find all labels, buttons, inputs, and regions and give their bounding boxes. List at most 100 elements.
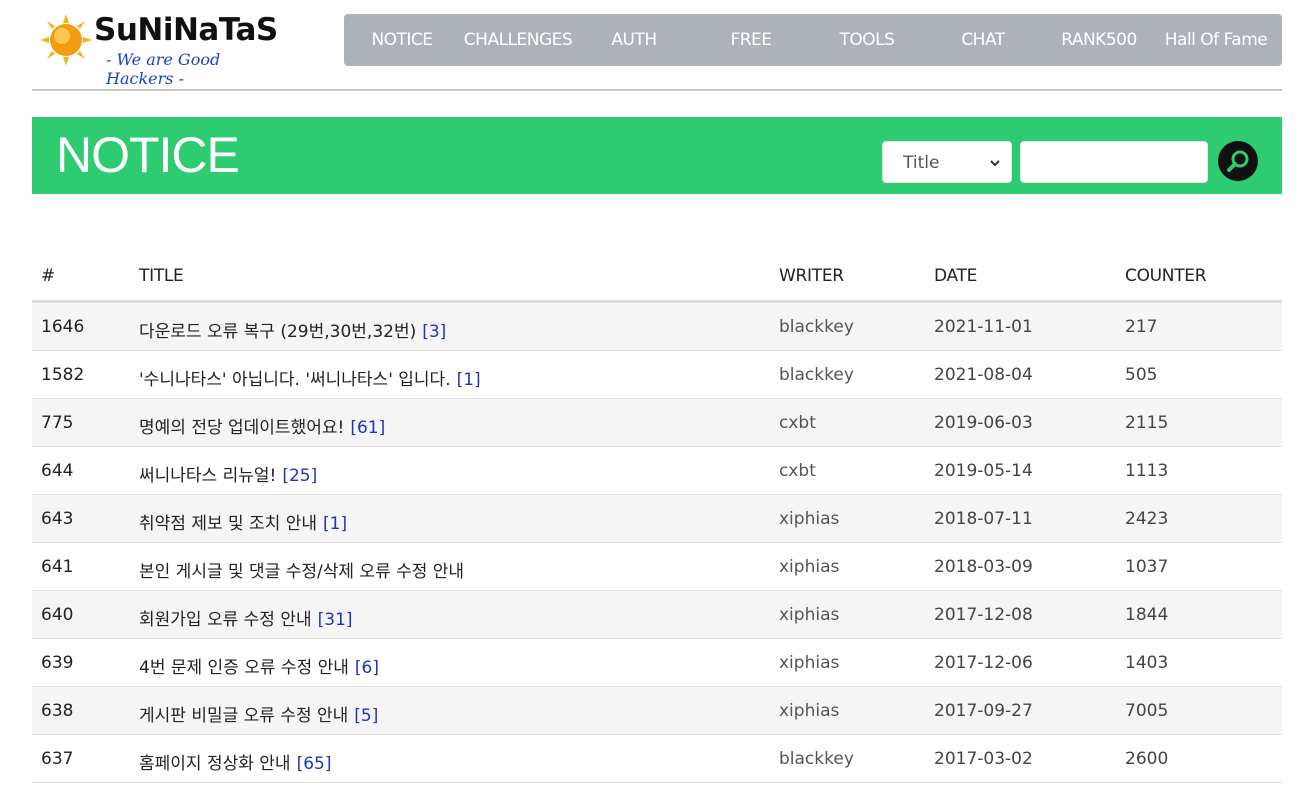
row-writer: cxbt xyxy=(779,461,816,481)
row-number: 637 xyxy=(41,749,74,769)
row-writer: xiphias xyxy=(779,701,840,721)
nav-chat[interactable]: CHAT xyxy=(952,14,1014,66)
row-title: 다운로드 오류 복구 (29번,30번,32번) xyxy=(139,322,417,342)
table-row[interactable]: 1582 '수니나타스' 아닙니다. '써니나타스' 입니다. [1] blackke… xyxy=(32,351,1282,399)
row-date: 2017-12-06 xyxy=(934,653,1033,673)
row-title: 홈페이지 정상화 안내 xyxy=(139,754,291,774)
row-comment-count: [1] xyxy=(323,514,348,534)
row-title-link[interactable]: '수니나타스' 아닙니다. '써니나타스' 입니다. [1] xyxy=(139,365,481,390)
site-header: SuNiNaTaS - We are Good Hackers - NOTICE… xyxy=(0,0,1307,92)
row-writer: blackkey xyxy=(779,749,854,769)
row-writer: cxbt xyxy=(779,413,816,433)
row-date: 2019-05-14 xyxy=(934,461,1033,481)
header-divider xyxy=(32,89,1282,91)
row-number: 640 xyxy=(41,605,74,625)
logo-title: SuNiNaTaS xyxy=(94,12,278,48)
row-number: 1646 xyxy=(41,317,85,337)
row-counter: 1113 xyxy=(1125,461,1169,481)
nav-challenges[interactable]: CHALLENGES xyxy=(456,14,580,66)
table-body: 1646 다운로드 오류 복구 (29번,30번,32번) [3] blackkey 2… xyxy=(32,303,1282,783)
row-comment-count: [3] xyxy=(422,322,447,342)
row-writer: xiphias xyxy=(779,509,840,529)
row-counter: 2423 xyxy=(1125,509,1169,529)
header-writer: WRITER xyxy=(779,266,844,286)
table-row[interactable]: 638 게시판 비밀글 오류 수정 안내 [5] xiphias 2017-09-27 7… xyxy=(32,687,1282,735)
row-date: 2019-06-03 xyxy=(934,413,1033,433)
row-title-link[interactable]: 본인 게시글 및 댓글 수정/삭제 오류 수정 안내 xyxy=(139,557,470,582)
row-number: 1582 xyxy=(41,365,85,385)
row-writer: xiphias xyxy=(779,605,840,625)
nav-hall-of-fame[interactable]: Hall Of Fame xyxy=(1160,14,1272,66)
row-date: 2017-12-08 xyxy=(934,605,1033,625)
row-title-link[interactable]: 취약점 제보 및 조치 안내 [1] xyxy=(139,509,347,534)
row-number: 643 xyxy=(41,509,74,529)
header-num: # xyxy=(41,266,55,286)
row-number: 638 xyxy=(41,701,74,721)
row-comment-count: [61] xyxy=(350,418,386,438)
row-date: 2017-03-02 xyxy=(934,749,1033,769)
header-counter: COUNTER xyxy=(1125,266,1207,286)
site-logo[interactable]: SuNiNaTaS - We are Good Hackers - xyxy=(40,10,280,88)
table-row[interactable]: 640 회원가입 오류 수정 안내 [31] xiphias 2017-12-08 184… xyxy=(32,591,1282,639)
row-title-link[interactable]: 게시판 비밀글 오류 수정 안내 [5] xyxy=(139,701,378,726)
row-title: 취약점 제보 및 조치 안내 xyxy=(139,514,318,534)
table-row[interactable]: 637 홈페이지 정상화 안내 [65] blackkey 2017-03-02 2600 xyxy=(32,735,1282,783)
row-title-link[interactable]: 회원가입 오류 수정 안내 [31] xyxy=(139,605,353,630)
nav-tools[interactable]: TOOLS xyxy=(830,14,904,66)
row-title: 써니나타스 리뉴얼! xyxy=(139,466,277,486)
row-number: 644 xyxy=(41,461,74,481)
table-row[interactable]: 775 명예의 전당 업데이트했어요! [61] cxbt 2019-06-03 2115 xyxy=(32,399,1282,447)
row-date: 2017-09-27 xyxy=(934,701,1033,721)
sun-icon xyxy=(40,14,92,66)
row-comment-count: [65] xyxy=(296,754,332,774)
row-counter: 217 xyxy=(1125,317,1158,337)
row-writer: blackkey xyxy=(779,365,854,385)
table-row[interactable]: 639 4번 문제 인증 오류 수정 안내 [6] xiphias 2017-12-06… xyxy=(32,639,1282,687)
notice-banner: NOTICE Title xyxy=(32,117,1282,194)
search-input[interactable] xyxy=(1020,141,1208,183)
row-title: 4번 문제 인증 오류 수정 안내 xyxy=(139,658,349,678)
table-row[interactable]: 644 써니나타스 리뉴얼! [25] cxbt 2019-05-14 1113 xyxy=(32,447,1282,495)
search-field-select[interactable]: Title xyxy=(882,141,1012,183)
page-title: NOTICE xyxy=(56,127,240,183)
row-comment-count: [5] xyxy=(354,706,379,726)
row-title-link[interactable]: 써니나타스 리뉴얼! [25] xyxy=(139,461,317,486)
row-title-link[interactable]: 4번 문제 인증 오류 수정 안내 [6] xyxy=(139,653,379,678)
nav-free[interactable]: FREE xyxy=(717,14,785,66)
table-header: # TITLE WRITER DATE COUNTER xyxy=(32,254,1282,303)
row-number: 641 xyxy=(41,557,74,577)
row-title: 게시판 비밀글 오류 수정 안내 xyxy=(139,706,349,726)
notice-table: # TITLE WRITER DATE COUNTER 1646 다운로드 오류 … xyxy=(32,254,1282,783)
row-title: 회원가입 오류 수정 안내 xyxy=(139,610,312,630)
row-title-link[interactable]: 명예의 전당 업데이트했어요! [61] xyxy=(139,413,385,438)
nav-rank500[interactable]: RANK500 xyxy=(1054,14,1144,66)
row-counter: 505 xyxy=(1125,365,1158,385)
nav-auth[interactable]: AUTH xyxy=(599,14,669,66)
chevron-down-icon xyxy=(990,160,1000,167)
row-date: 2021-11-01 xyxy=(934,317,1033,337)
row-writer: xiphias xyxy=(779,653,840,673)
row-title-link[interactable]: 다운로드 오류 복구 (29번,30번,32번) [3] xyxy=(139,317,446,342)
nav-notice[interactable]: NOTICE xyxy=(362,14,442,66)
row-comment-count: [31] xyxy=(317,610,353,630)
search-icon xyxy=(1227,150,1249,172)
row-date: 2018-07-11 xyxy=(934,509,1033,529)
logo-subtitle: - We are Good Hackers - xyxy=(106,50,221,88)
row-number: 639 xyxy=(41,653,74,673)
search-button[interactable] xyxy=(1218,141,1258,181)
row-counter: 1403 xyxy=(1125,653,1169,673)
row-counter: 1844 xyxy=(1125,605,1169,625)
table-row[interactable]: 1646 다운로드 오류 복구 (29번,30번,32번) [3] blackkey 2… xyxy=(32,303,1282,351)
row-writer: blackkey xyxy=(779,317,854,337)
row-comment-count: [1] xyxy=(456,370,481,390)
table-row[interactable]: 643 취약점 제보 및 조치 안내 [1] xiphias 2018-07-11 242… xyxy=(32,495,1282,543)
row-counter: 1037 xyxy=(1125,557,1169,577)
row-counter: 2600 xyxy=(1125,749,1169,769)
row-counter: 2115 xyxy=(1125,413,1169,433)
row-counter: 7005 xyxy=(1125,701,1169,721)
table-row[interactable]: 641 본인 게시글 및 댓글 수정/삭제 오류 수정 안내 xiphias 2018… xyxy=(32,543,1282,591)
header-title: TITLE xyxy=(139,266,184,286)
main-nav: NOTICE CHALLENGES AUTH FREE TOOLS CHAT R… xyxy=(344,14,1282,66)
row-title-link[interactable]: 홈페이지 정상화 안내 [65] xyxy=(139,749,331,774)
row-title: 명예의 전당 업데이트했어요! xyxy=(139,418,345,438)
